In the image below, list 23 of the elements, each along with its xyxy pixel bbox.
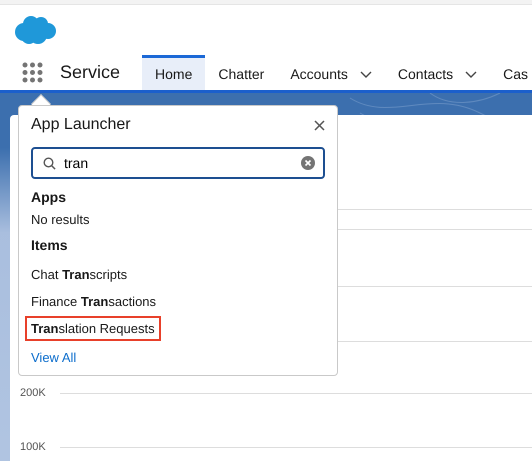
clear-icon[interactable] — [301, 156, 315, 170]
view-all-link[interactable]: View All — [31, 350, 76, 365]
close-button[interactable] — [314, 120, 325, 130]
launcher-item[interactable]: Chat Transcripts — [25, 262, 134, 287]
cloud-logo — [14, 15, 56, 45]
section-heading: Apps — [31, 189, 67, 207]
close-icon — [314, 120, 325, 130]
app-launcher-icon — [22, 62, 43, 83]
app-name: Service — [60, 61, 120, 84]
axis-label: 200K — [20, 387, 47, 399]
search-field[interactable]: tran — [31, 147, 325, 179]
search-icon — [43, 156, 56, 170]
nav-tab[interactable]: Cas — [490, 55, 532, 90]
popover-title: App Launcher — [31, 116, 131, 134]
empty-text: No results — [31, 212, 91, 229]
section-heading: Items — [31, 237, 69, 255]
launcher-item[interactable]: Finance Transactions — [25, 289, 162, 314]
nav-tab[interactable]: Home — [142, 55, 206, 90]
launcher-item[interactable]: Translation Requests — [25, 316, 161, 341]
nav-tab[interactable]: Chatter — [205, 55, 278, 90]
nav-tab[interactable]: Accounts — [277, 55, 385, 90]
axis-label: 100K — [20, 441, 47, 453]
nav-tab[interactable]: Contacts — [384, 55, 490, 90]
